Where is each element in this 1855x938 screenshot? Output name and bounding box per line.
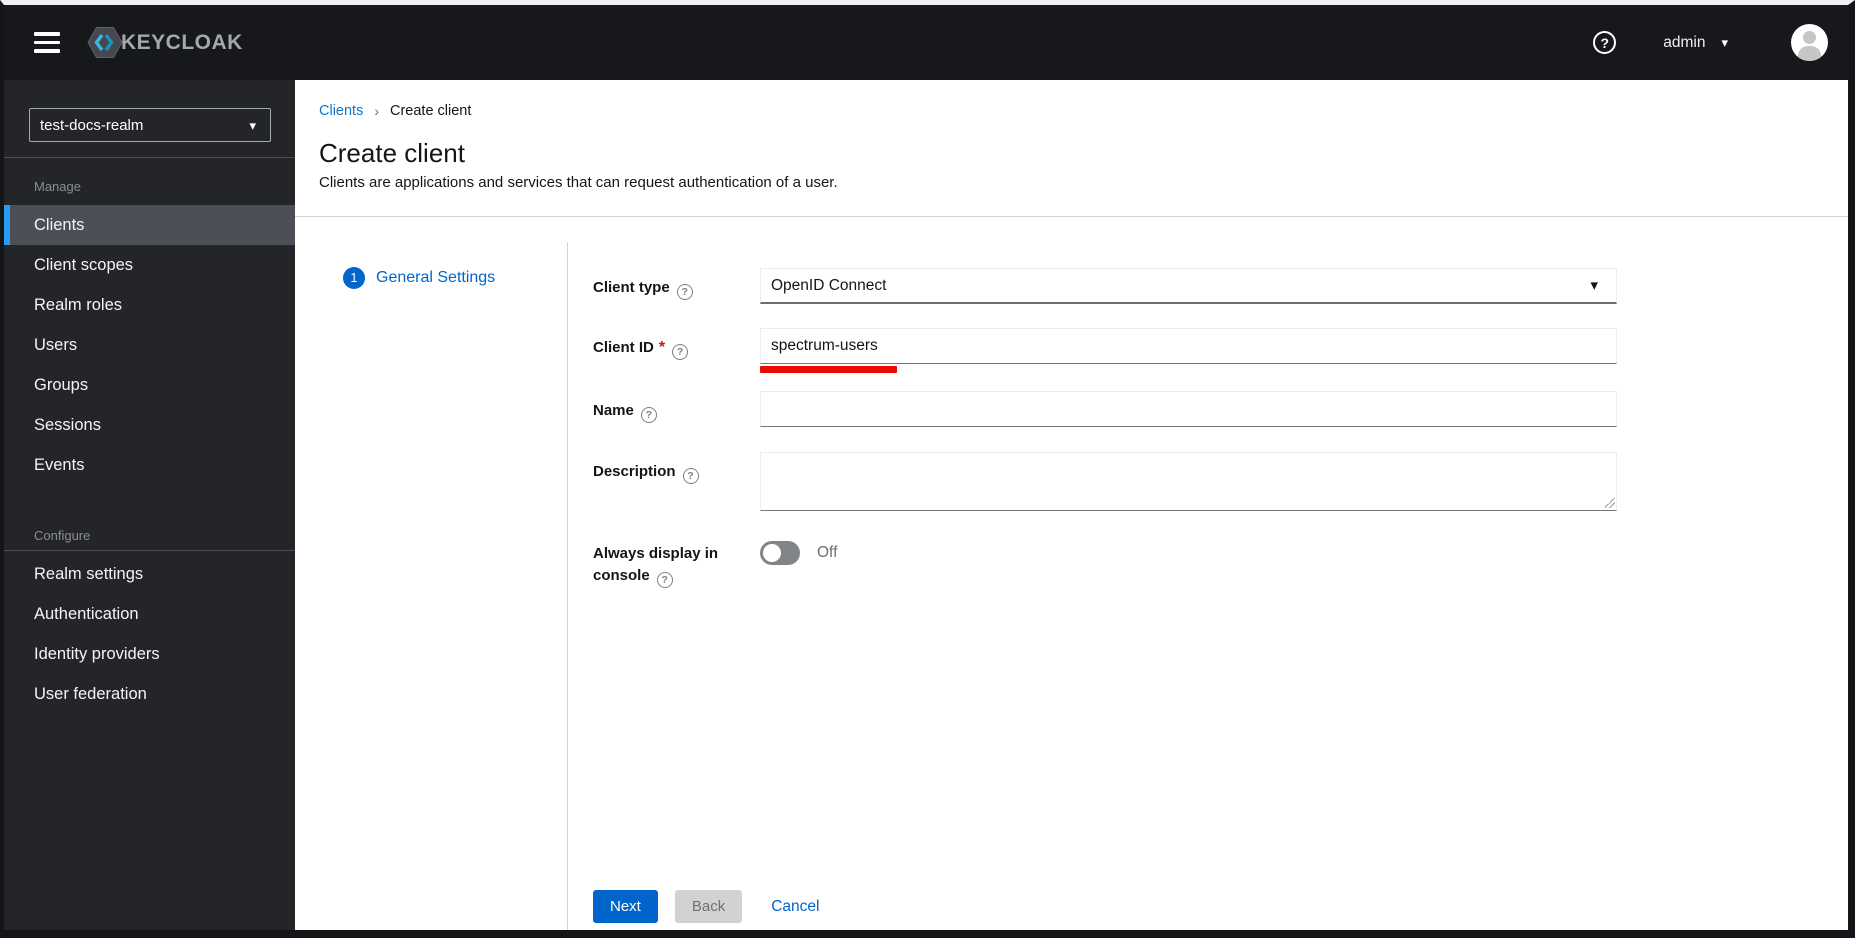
sidebar-divider <box>4 157 295 158</box>
step-label: General Settings <box>376 269 496 286</box>
menu-icon[interactable] <box>34 32 60 53</box>
toggle-state-label: Off <box>817 544 838 561</box>
realm-selector[interactable]: test-docs-realm ▾ <box>29 108 271 142</box>
annotation-red-underline <box>760 366 897 373</box>
form-row-always-display: Always display in console? Off <box>593 536 1848 588</box>
avatar[interactable] <box>1791 24 1828 61</box>
name-help-icon[interactable]: ? <box>640 407 657 423</box>
breadcrumb-link-clients[interactable]: Clients <box>319 103 363 119</box>
wizard-form: Client type? OpenID Connect ▾ Client ID … <box>568 217 1848 930</box>
help-icon[interactable]: ? <box>1593 31 1617 54</box>
page-subtitle: Clients are applications and services th… <box>319 174 838 191</box>
description-help-icon[interactable]: ? <box>682 468 699 484</box>
required-indicator: * <box>658 339 666 356</box>
sidebar-item-clients[interactable]: Clients <box>4 205 295 245</box>
client-type-label: Client type <box>593 279 670 296</box>
sidebar-item-realm-roles[interactable]: Realm roles <box>4 285 295 325</box>
user-menu-label: admin <box>1663 33 1706 51</box>
form-row-name: Name? <box>593 391 1848 427</box>
nav-section-manage-label: Manage <box>34 179 81 194</box>
breadcrumb-separator-icon: › <box>374 103 379 119</box>
client-id-help-icon[interactable]: ? <box>672 344 689 360</box>
sidebar-item-realm-settings[interactable]: Realm settings <box>4 554 295 594</box>
user-menu[interactable]: admin ▾ <box>1663 34 1728 52</box>
form-row-client-id: Client ID *? <box>593 328 1848 373</box>
app-window: KEYCLOAK ? admin ▾ test-docs-realm ▾ Man… <box>0 0 1855 938</box>
create-client-wizard: 1 General Settings Client type? OpenID C <box>295 217 1848 930</box>
client-id-label: Client ID <box>593 339 654 356</box>
wizard-step-general-settings[interactable]: 1 General Settings <box>343 267 568 289</box>
next-button[interactable]: Next <box>593 890 658 923</box>
name-label: Name <box>593 402 634 419</box>
sidebar: test-docs-realm ▾ Manage Clients Client … <box>4 80 295 930</box>
avatar-torso <box>1798 46 1821 61</box>
resize-handle[interactable] <box>1604 497 1615 508</box>
form-row-description: Description? <box>593 452 1848 511</box>
wizard-nav: 1 General Settings <box>295 217 568 930</box>
sidebar-item-user-federation[interactable]: User federation <box>4 674 295 714</box>
sidebar-item-groups[interactable]: Groups <box>4 365 295 405</box>
sidebar-item-identity-providers[interactable]: Identity providers <box>4 634 295 674</box>
sidebar-item-authentication[interactable]: Authentication <box>4 594 295 634</box>
keycloak-logo: KEYCLOAK <box>87 26 243 59</box>
nav-section-configure-label: Configure <box>34 528 91 543</box>
client-id-input[interactable] <box>760 328 1617 364</box>
chevron-down-icon: ▾ <box>1721 35 1728 50</box>
keycloak-logo-icon <box>87 26 123 59</box>
form-row-client-type: Client type? OpenID Connect ▾ <box>593 268 1848 304</box>
chevron-down-icon: ▾ <box>249 117 256 133</box>
chevron-down-icon: ▾ <box>1590 277 1598 294</box>
avatar-head <box>1803 31 1816 44</box>
realm-selector-value: test-docs-realm <box>40 116 144 134</box>
wizard-divider <box>567 242 568 930</box>
description-textarea[interactable] <box>760 452 1617 511</box>
always-display-toggle[interactable] <box>760 541 800 565</box>
wizard-footer: Next Back Cancel <box>593 890 1848 923</box>
back-button[interactable]: Back <box>674 890 743 923</box>
page-title: Create client <box>319 138 465 168</box>
name-input[interactable] <box>760 391 1617 427</box>
client-type-value: OpenID Connect <box>771 276 887 294</box>
toggle-knob <box>763 544 781 562</box>
main-content: Clients › Create client Create client Cl… <box>295 80 1848 930</box>
description-label: Description <box>593 463 676 480</box>
sidebar-item-client-scopes[interactable]: Client scopes <box>4 245 295 285</box>
page-header: Clients › Create client Create client Cl… <box>295 80 1848 217</box>
sidebar-item-sessions[interactable]: Sessions <box>4 405 295 445</box>
cancel-button[interactable]: Cancel <box>771 898 819 916</box>
sidebar-item-events[interactable]: Events <box>4 445 295 485</box>
sidebar-divider <box>4 550 295 551</box>
client-type-select[interactable]: OpenID Connect ▾ <box>760 268 1617 304</box>
always-display-help-icon[interactable]: ? <box>656 572 673 588</box>
client-type-help-icon[interactable]: ? <box>676 284 693 300</box>
breadcrumb-current: Create client <box>390 103 472 119</box>
masthead: KEYCLOAK ? admin ▾ <box>4 5 1848 80</box>
keycloak-logo-text: KEYCLOAK <box>121 30 243 54</box>
breadcrumb: Clients › Create client <box>319 102 1824 120</box>
step-number-badge: 1 <box>343 267 365 289</box>
always-display-label: Always display in console <box>593 545 719 584</box>
sidebar-item-users[interactable]: Users <box>4 325 295 365</box>
